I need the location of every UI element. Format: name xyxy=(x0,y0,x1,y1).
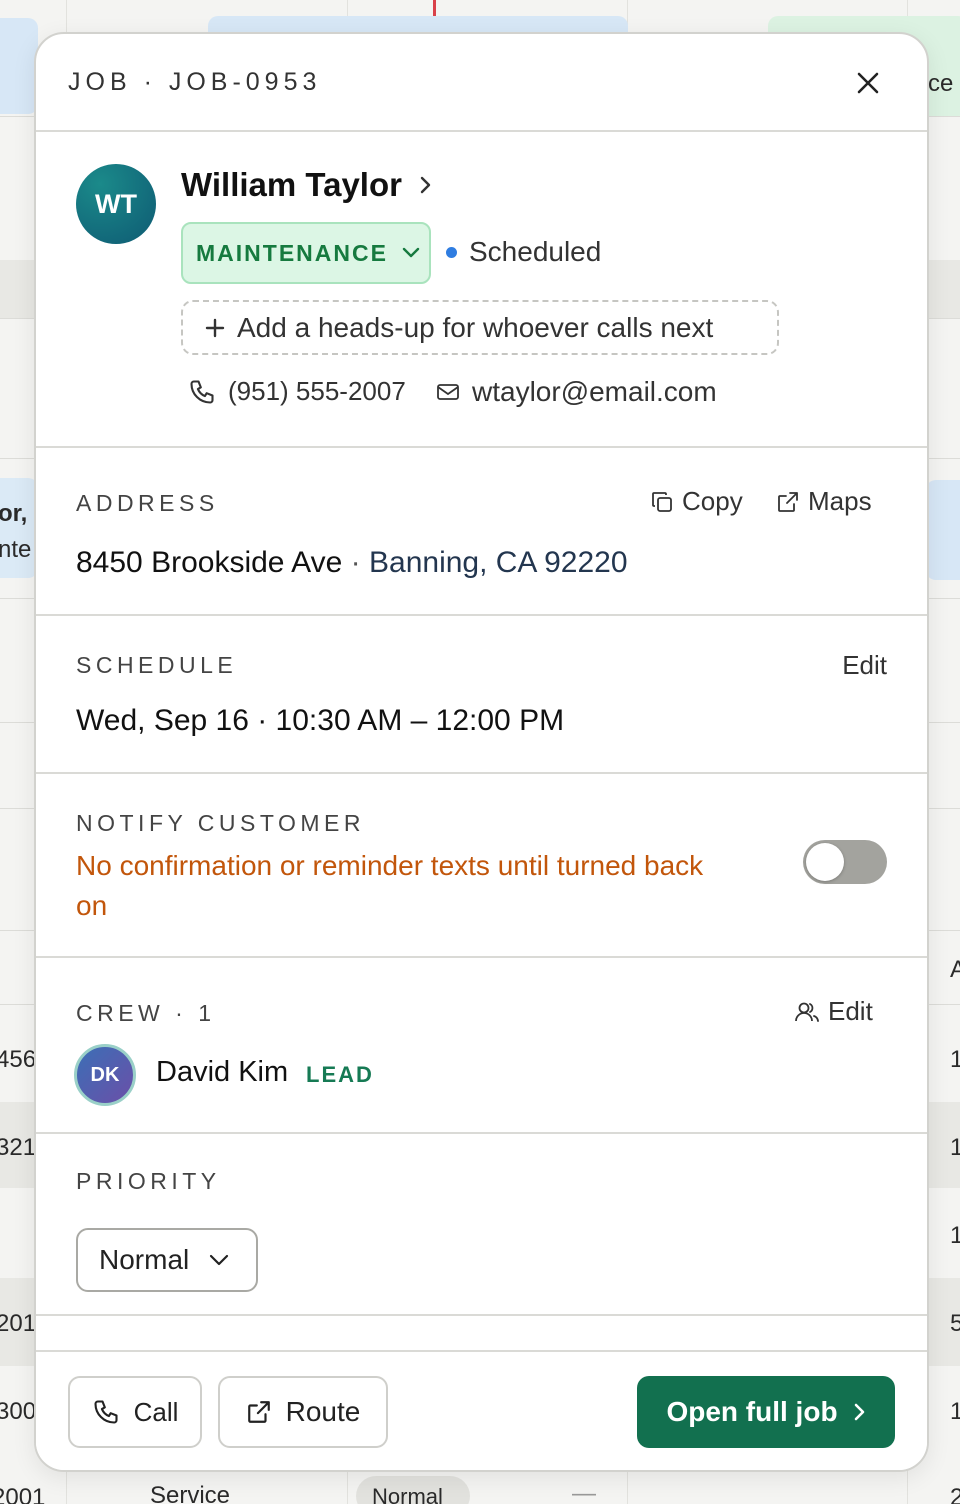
status-label: Scheduled xyxy=(469,236,602,267)
edit-schedule-button[interactable]: Edit xyxy=(842,650,887,681)
bg-text: 321 xyxy=(0,1134,37,1161)
copy-address-button[interactable]: Copy xyxy=(650,486,743,517)
bg-text: 456 xyxy=(0,1046,37,1073)
notify-warning: No confirmation or reminder texts until … xyxy=(76,850,704,921)
bg-text: 1 xyxy=(950,1398,960,1425)
bg-text: 5 xyxy=(950,1310,960,1337)
notify-section: NOTIFY CUSTOMER No confirmation or remin… xyxy=(36,774,927,958)
crew-role-badge: LEAD xyxy=(306,1062,374,1087)
phone-number: (951) 555-2007 xyxy=(228,376,406,406)
job-type-label: MAINTENANCE xyxy=(196,239,388,266)
external-link-icon xyxy=(776,490,800,514)
priority-section: PRIORITY Normal xyxy=(36,1134,927,1316)
job-card[interactable] xyxy=(926,480,960,580)
customer-name-link[interactable]: William Taylor xyxy=(181,166,432,204)
address-section: ADDRESS Copy Maps 8450 Brookside Ave · B… xyxy=(36,448,927,616)
status-badge: Scheduled xyxy=(446,236,601,268)
close-icon xyxy=(856,71,880,95)
phone-icon xyxy=(188,378,216,406)
email-address: wtaylor@email.com xyxy=(472,376,717,407)
crew-label: CREW · 1 xyxy=(76,1000,216,1026)
crew-member-name: David Kim xyxy=(156,1056,289,1088)
crew-section: CREW · 1 Edit DK David Kim LEAD xyxy=(36,958,927,1134)
schedule-value: Wed, Sep 16 · 10:30 AM – 12:00 PM xyxy=(76,704,565,737)
address-label: ADDRESS xyxy=(76,490,219,516)
modal-title: JOB · JOB-0953 xyxy=(68,68,322,96)
bg-text: ce xyxy=(928,70,954,97)
maps-button[interactable]: Maps xyxy=(776,486,872,517)
plus-icon xyxy=(205,318,225,338)
customer-avatar: WT xyxy=(76,164,156,244)
address-street: 8450 Brookside Ave xyxy=(76,546,343,579)
edit-crew-button[interactable]: Edit xyxy=(794,996,873,1027)
bg-text: Normal xyxy=(372,1484,443,1504)
bg-text: 2 xyxy=(950,1484,960,1504)
address-separator: · xyxy=(350,546,361,579)
copy-label: Copy xyxy=(682,486,743,516)
call-button[interactable]: Call xyxy=(68,1376,202,1448)
crew-avatar: DK xyxy=(74,1044,136,1106)
priority-label: PRIORITY xyxy=(76,1168,221,1194)
open-full-job-label: Open full job xyxy=(666,1396,838,1427)
toggle-knob xyxy=(806,843,844,881)
modal-header: JOB · JOB-0953 xyxy=(36,34,927,132)
bg-text: 1 xyxy=(950,1222,960,1249)
bg-text: 300 xyxy=(0,1398,37,1425)
bg-text: 1 xyxy=(950,1134,960,1161)
job-card[interactable] xyxy=(0,18,38,114)
customer-section: WT William Taylor MAINTENANCE Scheduled … xyxy=(36,132,927,448)
external-link-icon xyxy=(246,1399,272,1425)
route-label: Route xyxy=(285,1396,361,1427)
chevron-right-icon xyxy=(420,175,432,195)
bg-text: 201 xyxy=(0,1310,37,1337)
chevron-down-icon xyxy=(209,1254,229,1266)
bg-text: 2001 xyxy=(0,1484,46,1504)
phone-icon xyxy=(92,1398,120,1426)
address-city: Banning, CA 92220 xyxy=(369,546,628,579)
schedule-section: SCHEDULE Edit Wed, Sep 16 · 10:30 AM – 1… xyxy=(36,616,927,774)
priority-select[interactable]: Normal xyxy=(76,1228,258,1292)
route-button[interactable]: Route xyxy=(218,1376,388,1448)
modal-footer: Call Route Open full job xyxy=(36,1350,927,1470)
call-label: Call xyxy=(133,1396,179,1427)
address-line: 8450 Brookside Ave · Banning, CA 92220 xyxy=(76,546,628,580)
add-headsup-label: Add a heads-up for whoever calls next xyxy=(237,311,714,343)
edit-crew-label: Edit xyxy=(828,996,873,1026)
phone-link[interactable]: (951) 555-2007 xyxy=(188,376,406,407)
job-detail-modal: JOB · JOB-0953 WT William Taylor MAINTEN… xyxy=(34,32,929,1472)
maps-label: Maps xyxy=(808,486,872,516)
copy-icon xyxy=(650,490,674,514)
bg-text: Service xyxy=(150,1482,231,1504)
bg-text: or, xyxy=(0,500,28,527)
priority-value: Normal xyxy=(99,1244,190,1275)
add-headsup-button[interactable]: Add a heads-up for whoever calls next xyxy=(181,300,779,355)
close-button[interactable] xyxy=(851,66,885,100)
status-dot xyxy=(446,246,457,258)
job-type-dropdown[interactable]: MAINTENANCE xyxy=(181,222,431,284)
customer-name: William Taylor xyxy=(181,166,402,203)
chevron-right-icon xyxy=(854,1402,866,1422)
chevron-down-icon xyxy=(402,247,420,259)
mail-icon xyxy=(436,382,460,402)
bg-text: 1 xyxy=(950,1046,960,1073)
bg-text: A xyxy=(950,956,960,983)
bg-text: nte xyxy=(0,536,32,563)
notify-label: NOTIFY CUSTOMER xyxy=(76,810,365,836)
schedule-label: SCHEDULE xyxy=(76,652,238,678)
bg-text: — xyxy=(572,1480,596,1504)
users-icon xyxy=(794,1000,820,1024)
open-full-job-button[interactable]: Open full job xyxy=(637,1376,895,1448)
email-link[interactable]: wtaylor@email.com xyxy=(436,376,717,408)
notify-toggle[interactable] xyxy=(803,840,887,884)
